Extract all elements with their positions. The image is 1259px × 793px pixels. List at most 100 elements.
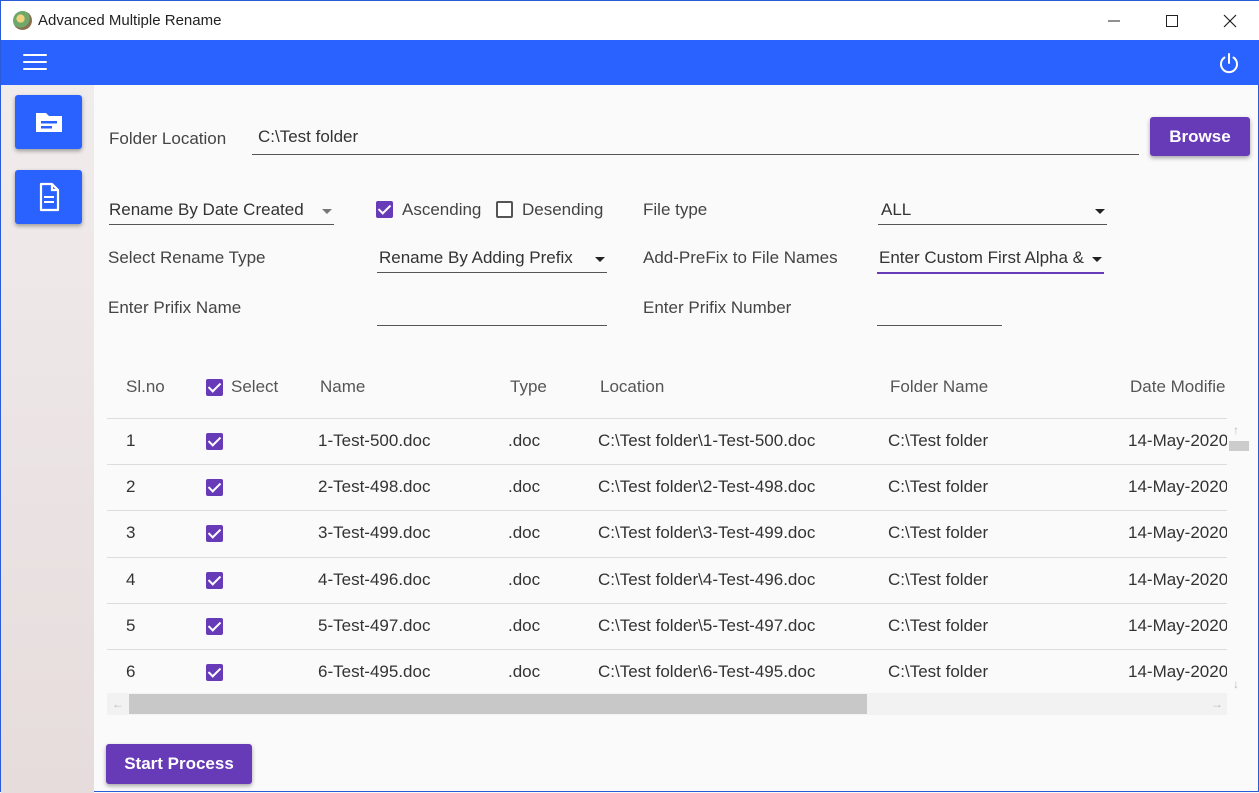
- scroll-down-arrow-icon[interactable]: ↓: [1233, 677, 1239, 691]
- app-bar: [1, 40, 1259, 85]
- chevron-down-icon: [1092, 257, 1102, 262]
- header-type[interactable]: Type: [510, 377, 547, 397]
- cell-name: 4-Test-496.doc: [318, 569, 431, 589]
- cell-folder-name: C:\Test folder: [888, 523, 989, 543]
- cell-date-modified: 14-May-2020: [1128, 615, 1227, 635]
- rename-type-label: Select Rename Type: [108, 248, 266, 267]
- prefix-number-label: Enter Prifix Number: [643, 298, 792, 317]
- app-logo-icon: [13, 11, 32, 30]
- prefix-name-label: Enter Prifix Name: [108, 298, 242, 317]
- cell-type: .doc: [508, 523, 541, 543]
- title-bar: Advanced Multiple Rename: [1, 1, 1259, 40]
- vertical-scroll-thumb[interactable]: [1229, 441, 1249, 451]
- row-select-checkbox[interactable]: [206, 433, 223, 450]
- table-row[interactable]: 1 1-Test-500.doc .doc C:\Test folder\1-Test…: [107, 418, 1227, 464]
- folder-location-value: C:\Test folder: [258, 127, 359, 146]
- chevron-down-icon: [322, 209, 332, 214]
- cell-location: C:\Test folder\6-Test-495.doc: [598, 662, 816, 681]
- cell-name: 2-Test-498.doc: [318, 477, 431, 497]
- chevron-down-icon: [595, 257, 605, 262]
- row-select-checkbox[interactable]: [206, 525, 223, 543]
- header-name[interactable]: Name: [320, 377, 365, 397]
- rail-document-button[interactable]: [15, 170, 82, 224]
- scroll-right-arrow-icon[interactable]: →: [1211, 697, 1223, 711]
- file-type-label: File type: [643, 200, 708, 219]
- header-select[interactable]: Select: [231, 377, 278, 397]
- cell-type: .doc: [508, 569, 541, 589]
- add-prefix-select[interactable]: Enter Custom First Alpha &: [877, 248, 1104, 274]
- table-row[interactable]: 3 3-Test-499.doc .doc C:\Test folder\3-Test…: [107, 510, 1227, 556]
- folder-location-label: Folder Location: [109, 129, 227, 148]
- cell-type: .doc: [508, 431, 541, 450]
- chevron-down-icon: [1095, 209, 1105, 214]
- cell-location: C:\Test folder\5-Test-497.doc: [598, 615, 816, 635]
- folder-location-input[interactable]: C:\Test folder: [252, 127, 1139, 155]
- files-table: Sl.no Select Name Type Location Folder N…: [107, 361, 1227, 691]
- table-row[interactable]: 6 6-Test-495.doc .doc C:\Test folder\6-Test…: [107, 649, 1227, 691]
- horizontal-scroll-thumb[interactable]: [129, 694, 867, 714]
- navigation-rail: [1, 85, 94, 793]
- cell-slno: 5: [126, 615, 136, 635]
- maximize-icon: [1166, 14, 1178, 27]
- minimize-button[interactable]: [1085, 1, 1143, 40]
- descending-label: Desending: [522, 200, 604, 219]
- add-prefix-value: Enter Custom First Alpha &: [879, 248, 1085, 267]
- maximize-button[interactable]: [1143, 1, 1201, 40]
- table-row[interactable]: 4 4-Test-496.doc .doc C:\Test folder\4-Test…: [107, 556, 1227, 603]
- start-process-button[interactable]: Start Process: [106, 744, 252, 784]
- table-row[interactable]: 2 2-Test-498.doc .doc C:\Test folder\2-Test…: [107, 464, 1227, 510]
- cell-slno: 2: [126, 477, 136, 497]
- cell-type: .doc: [508, 662, 541, 681]
- cell-folder-name: C:\Test folder: [888, 615, 989, 635]
- app-window: Advanced Multiple Rename Folder Location…: [0, 0, 1259, 793]
- sort-by-select[interactable]: Rename By Date Created: [109, 200, 334, 225]
- cell-date-modified: 14-May-2020: [1128, 477, 1227, 497]
- power-icon[interactable]: [1217, 51, 1241, 75]
- cell-type: .doc: [508, 615, 541, 635]
- document-icon: [39, 182, 59, 212]
- cell-date-modified: 14-May-2020: [1128, 523, 1227, 543]
- scroll-left-arrow-icon[interactable]: ←: [112, 697, 124, 711]
- add-prefix-label: Add-PreFix to File Names: [643, 248, 838, 267]
- cell-folder-name: C:\Test folder: [888, 477, 989, 497]
- sort-by-value: Rename By Date Created: [109, 200, 304, 219]
- cell-folder-name: C:\Test folder: [888, 569, 989, 589]
- cell-slno: 1: [126, 431, 136, 450]
- window-title: Advanced Multiple Rename: [38, 12, 222, 29]
- cell-date-modified: 14-May-2020: [1128, 662, 1227, 681]
- rename-type-select[interactable]: Rename By Adding Prefix: [377, 248, 607, 273]
- cell-location: C:\Test folder\1-Test-500.doc: [598, 431, 816, 450]
- select-all-checkbox[interactable]: [206, 379, 223, 396]
- prefix-number-input[interactable]: [877, 298, 1002, 326]
- rename-type-value: Rename By Adding Prefix: [379, 248, 573, 267]
- cell-folder-name: C:\Test folder: [888, 662, 989, 681]
- hamburger-menu-icon[interactable]: [23, 54, 47, 72]
- row-select-checkbox[interactable]: [206, 479, 223, 497]
- prefix-name-input[interactable]: [377, 298, 607, 326]
- cell-location: C:\Test folder\3-Test-499.doc: [598, 523, 816, 543]
- browse-button[interactable]: Browse: [1150, 117, 1250, 156]
- cell-location: C:\Test folder\2-Test-498.doc: [598, 477, 816, 497]
- header-folder-name[interactable]: Folder Name: [890, 377, 988, 397]
- cell-name: 6-Test-495.doc: [318, 662, 431, 681]
- row-select-checkbox[interactable]: [206, 571, 223, 589]
- row-select-checkbox[interactable]: [206, 617, 223, 635]
- file-type-value: ALL: [881, 200, 912, 219]
- minimize-icon: [1108, 20, 1120, 21]
- cell-name: 5-Test-497.doc: [318, 615, 431, 635]
- header-slno: Sl.no: [126, 377, 165, 396]
- ascending-checkbox[interactable]: [376, 201, 393, 218]
- scroll-up-arrow-icon[interactable]: ↑: [1233, 423, 1239, 437]
- file-type-select[interactable]: ALL: [878, 200, 1107, 225]
- table-row[interactable]: 5 5-Test-497.doc .doc C:\Test folder\5-Test…: [107, 602, 1227, 649]
- close-button[interactable]: [1201, 1, 1259, 40]
- header-location[interactable]: Location: [600, 377, 664, 397]
- header-date-modified[interactable]: Date Modifie: [1130, 377, 1225, 397]
- descending-checkbox[interactable]: [496, 201, 513, 218]
- cell-location: C:\Test folder\4-Test-496.doc: [598, 569, 816, 589]
- close-icon: [1223, 14, 1237, 27]
- rail-folder-button[interactable]: [15, 95, 82, 149]
- row-select-checkbox[interactable]: [206, 664, 223, 681]
- cell-date-modified: 14-May-2020: [1128, 431, 1227, 450]
- folder-card-icon: [35, 113, 62, 132]
